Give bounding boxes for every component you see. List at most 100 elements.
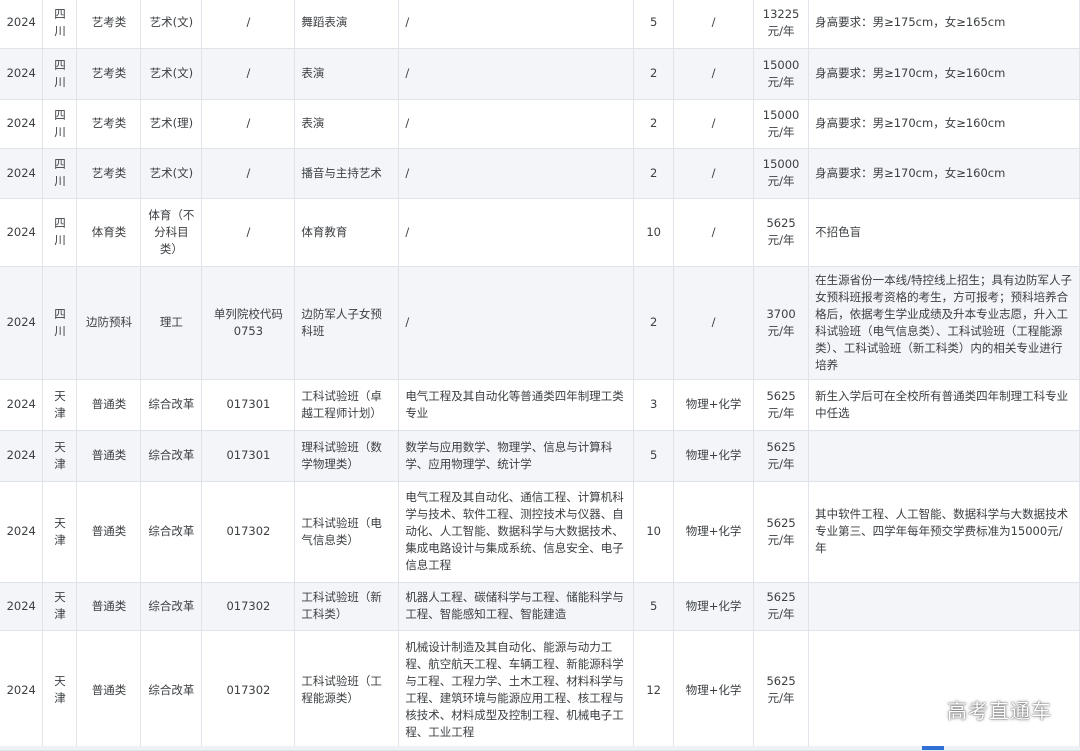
cell-batch: 普通类 (76, 630, 142, 751)
cell-code: 单列院校代码0753 (201, 266, 296, 380)
cell-province: 四川 (42, 148, 78, 199)
cell-tuition: 5625元/年 (753, 630, 810, 751)
cell-remark: 身高要求：男≥170cm，女≥160cm (808, 148, 1080, 199)
cell-code: / (201, 48, 296, 100)
cell-year: 2024 (0, 99, 44, 149)
cell-tuition: 15000元/年 (753, 99, 810, 149)
table-row: 2024 四川 艺考类 艺术(文) / 舞蹈表演/5/13225元/年 身高要求：男≥175… (0, 0, 1080, 49)
cell-major: 播音与主持艺术 (294, 148, 400, 199)
cell-tuition: 15000元/年 (753, 48, 810, 100)
cell-batch: 艺考类 (76, 148, 142, 199)
cell-requirement: / (673, 266, 755, 380)
cell-code: / (201, 99, 296, 149)
admission-plan-table: 2024 四川 艺考类 艺术(文) / 舞蹈表演/5/13225元/年 身高要求：男≥175… (0, 0, 1080, 751)
cell-batch: 艺考类 (76, 0, 142, 49)
table-row: 2024 天津 普通类 综合改革 017301 理科试验班（数学物理类） 数学与应用数学、物… (0, 430, 1080, 482)
cell-includes: / (398, 48, 635, 100)
cell-requirement: / (673, 0, 755, 49)
table-row: 2024 天津 普通类 综合改革 017302 工科试验班（工程能源类） 机械设计制造及其自… (0, 630, 1080, 751)
cell-subject: 综合改革 (140, 430, 203, 482)
cell-subject: 综合改革 (140, 481, 203, 583)
cell-province: 四川 (42, 48, 78, 100)
cell-code: 017302 (201, 630, 296, 751)
cell-includes: / (398, 198, 635, 267)
cell-requirement: 物理+化学 (673, 481, 755, 583)
cell-major: 边防军人子女预科班 (294, 266, 400, 380)
cell-tuition: 3700元/年 (753, 266, 810, 380)
cell-major: 体育教育 (294, 198, 400, 267)
cell-subject: 艺术(文) (140, 48, 203, 100)
cell-remark: 其中软件工程、人工智能、数据科学与大数据技术专业第三、四学年每年预交学费标准为1… (808, 481, 1080, 583)
cell-major: 工科试验班（卓越工程师计划） (294, 379, 400, 431)
cell-subject: 体育（不分科目类） (140, 198, 203, 267)
cell-remark (808, 430, 1080, 482)
cell-year: 2024 (0, 198, 44, 267)
table-row: 2024 天津 普通类 综合改革 017301 工科试验班（卓越工程师计划） 电气工程及其自… (0, 379, 1080, 431)
cell-remark: 身高要求：男≥170cm，女≥160cm (808, 99, 1080, 149)
table-row: 2024 天津 普通类 综合改革 017302 工科试验班（新工科类） 机器人工程、碳储科学… (0, 582, 1080, 631)
cell-code: 017301 (201, 430, 296, 482)
cell-province: 四川 (42, 266, 78, 380)
cell-province: 天津 (42, 582, 78, 631)
cell-major: 表演 (294, 99, 400, 149)
cell-includes: 电气工程及其自动化、通信工程、计算机科学与技术、软件工程、测控技术与仪器、自动化… (398, 481, 635, 583)
cell-code: 017301 (201, 379, 296, 431)
cell-major: 表演 (294, 48, 400, 100)
cell-major: 理科试验班（数学物理类） (294, 430, 400, 482)
cell-includes: 数学与应用数学、物理学、信息与计算科学、应用物理学、统计学 (398, 430, 635, 482)
cell-remark (808, 630, 1080, 751)
cell-batch: 边防预科 (76, 266, 142, 380)
cell-major: 工科试验班（新工科类） (294, 582, 400, 631)
cell-year: 2024 (0, 48, 44, 100)
cell-province: 四川 (42, 0, 78, 49)
cell-remark (808, 582, 1080, 631)
cell-subject: 艺术(文) (140, 0, 203, 49)
cell-province: 四川 (42, 198, 78, 267)
table-row: 2024 四川 艺考类 艺术(文) / 表演/2/15000元/年 身高要求：男≥170cm… (0, 48, 1080, 100)
cell-province: 天津 (42, 481, 78, 583)
cell-remark: 不招色盲 (808, 198, 1080, 267)
scroll-indicator-tick (922, 746, 944, 750)
cell-plan: 10 (633, 198, 675, 267)
table-body: 2024 四川 艺考类 艺术(文) / 舞蹈表演/5/13225元/年 身高要求：男≥175… (0, 0, 1080, 751)
cell-tuition: 5625元/年 (753, 198, 810, 267)
cell-includes: / (398, 99, 635, 149)
cell-requirement: / (673, 99, 755, 149)
cell-subject: 艺术(理) (140, 99, 203, 149)
cell-major: 工科试验班（工程能源类） (294, 630, 400, 751)
cell-batch: 体育类 (76, 198, 142, 267)
cell-subject: 综合改革 (140, 582, 203, 631)
cell-remark: 身高要求：男≥175cm，女≥165cm (808, 0, 1080, 49)
cell-requirement: / (673, 148, 755, 199)
table-row: 2024 四川 艺考类 艺术(理) / 表演/2/15000元/年 身高要求：男≥170cm… (0, 99, 1080, 149)
cell-batch: 普通类 (76, 582, 142, 631)
cell-batch: 普通类 (76, 481, 142, 583)
cell-includes: / (398, 148, 635, 199)
cell-code: / (201, 0, 296, 49)
cell-province: 天津 (42, 630, 78, 751)
cell-code: 017302 (201, 481, 296, 583)
cell-includes: 电气工程及其自动化等普通类四年制理工类专业 (398, 379, 635, 431)
cell-year: 2024 (0, 379, 44, 431)
cell-batch: 艺考类 (76, 99, 142, 149)
cell-province: 天津 (42, 379, 78, 431)
cell-tuition: 13225元/年 (753, 0, 810, 49)
table-row: 2024 天津 普通类 综合改革 017302 工科试验班（电气信息类） 电气工程及其自动化… (0, 481, 1080, 583)
cell-major: 舞蹈表演 (294, 0, 400, 49)
cell-tuition: 5625元/年 (753, 430, 810, 482)
cell-code: / (201, 198, 296, 267)
table-row: 2024 四川 边防预科 理工 单列院校代码0753 边防军人子女预科班/2/3700元/… (0, 266, 1080, 380)
cell-subject: 综合改革 (140, 379, 203, 431)
cell-year: 2024 (0, 630, 44, 751)
cell-requirement: 物理+化学 (673, 379, 755, 431)
watermark-logo: 高考直通车 (947, 699, 1052, 723)
table-row: 2024 四川 艺考类 艺术(文) / 播音与主持艺术/2/15000元/年 身高要求：男≥… (0, 148, 1080, 199)
cell-plan: 12 (633, 630, 675, 751)
cell-plan: 5 (633, 0, 675, 49)
cell-subject: 综合改革 (140, 630, 203, 751)
cell-year: 2024 (0, 148, 44, 199)
cell-includes: / (398, 266, 635, 380)
cell-includes: / (398, 0, 635, 49)
cell-subject: 理工 (140, 266, 203, 380)
cell-remark: 身高要求：男≥170cm，女≥160cm (808, 48, 1080, 100)
